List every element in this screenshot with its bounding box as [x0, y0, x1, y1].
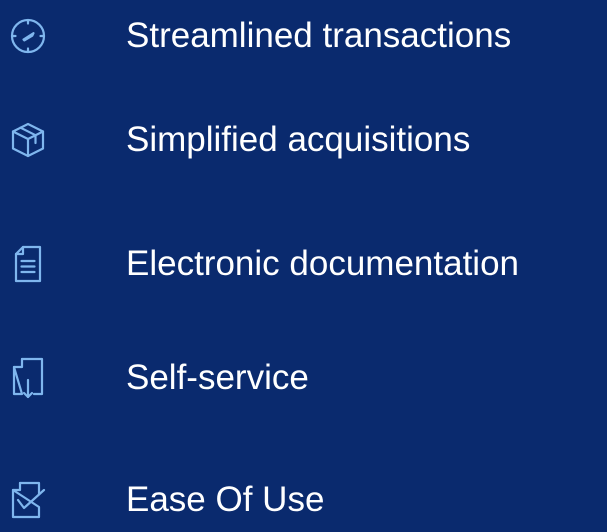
document-icon — [6, 234, 50, 294]
feature-list: Streamlined transactions Simplified acqu… — [0, 0, 607, 532]
feature-item-electronic-documentation: Electronic documentation — [0, 234, 607, 294]
feature-item-ease-of-use: Ease Of Use — [0, 470, 607, 530]
download-document-icon — [6, 348, 50, 408]
feature-item-streamlined-transactions: Streamlined transactions — [0, 6, 607, 66]
box-icon — [6, 110, 50, 170]
feature-label: Ease Of Use — [126, 480, 325, 519]
speedometer-icon — [6, 6, 50, 66]
feature-item-simplified-acquisitions: Simplified acquisitions — [0, 110, 607, 170]
feature-label: Self-service — [126, 358, 309, 397]
feature-item-self-service: Self-service — [0, 348, 607, 408]
feature-label: Simplified acquisitions — [126, 120, 471, 159]
checkmark-document-icon — [6, 470, 50, 530]
feature-label: Streamlined transactions — [126, 16, 512, 55]
feature-label: Electronic documentation — [126, 244, 519, 283]
